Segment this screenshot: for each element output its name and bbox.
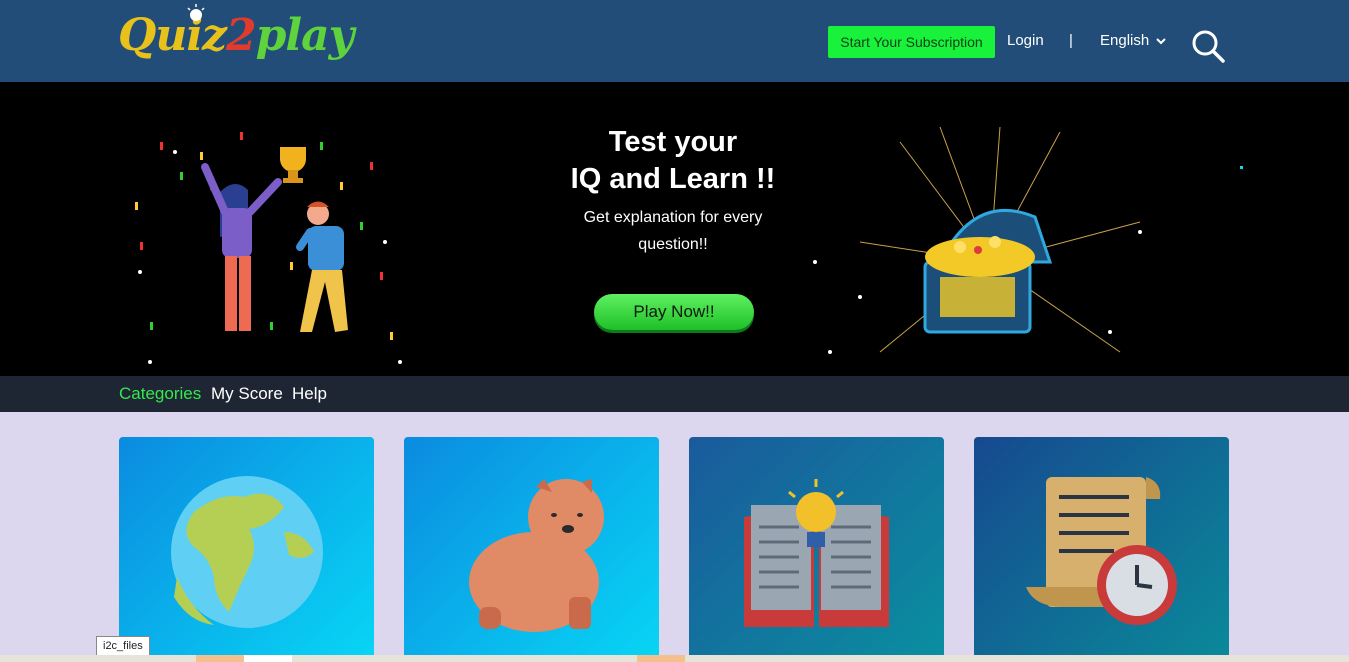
scroll-clock-icon [1026, 477, 1177, 625]
book-bulb-icon [744, 479, 889, 627]
nav-my-score[interactable]: My Score [211, 384, 283, 404]
dog-icon [469, 479, 604, 632]
quiz2play-logo[interactable]: Quiz2play [118, 4, 354, 70]
banner-title: Test your IQ and Learn !! [570, 126, 776, 195]
login-link[interactable]: Login [1007, 32, 1044, 49]
nav-categories[interactable]: Categories [119, 384, 201, 404]
nav-help[interactable]: Help [292, 384, 327, 404]
dot-decoration [1240, 166, 1243, 169]
hero-banner: Test your IQ and Learn !! Get explanatio… [0, 82, 1349, 376]
language-label: English [1100, 32, 1150, 49]
treasure-chest-illustration [813, 126, 1142, 354]
category-nav: Categories My Score Help [0, 376, 1349, 412]
globe-icon [171, 476, 323, 628]
status-bar-tooltip: i2c_files [96, 636, 150, 656]
language-selector[interactable]: English [1100, 32, 1167, 49]
category-card-animals[interactable] [404, 437, 659, 662]
strip-segment [637, 655, 685, 662]
category-card-geography[interactable] [119, 437, 374, 662]
strip-segment [196, 655, 244, 662]
celebrating-people-illustration [135, 132, 402, 364]
bottom-strip [0, 655, 1349, 662]
header-separator: | [1069, 32, 1073, 49]
banner-subtitle: Get explanation for every question!! [583, 209, 763, 253]
strip-segment [244, 655, 292, 662]
play-now-button[interactable]: Play Now!! [594, 294, 754, 330]
category-card-history[interactable] [974, 437, 1229, 662]
search-icon[interactable] [1190, 28, 1226, 64]
lightbulb-icon [187, 4, 205, 21]
top-header: Quiz2play Start Your Subscription Login … [0, 0, 1349, 82]
chevron-down-icon [1156, 37, 1166, 44]
category-card-knowledge[interactable] [689, 437, 944, 662]
start-subscription-button[interactable]: Start Your Subscription [828, 26, 995, 58]
logo-text: Quiz2play [118, 10, 354, 61]
